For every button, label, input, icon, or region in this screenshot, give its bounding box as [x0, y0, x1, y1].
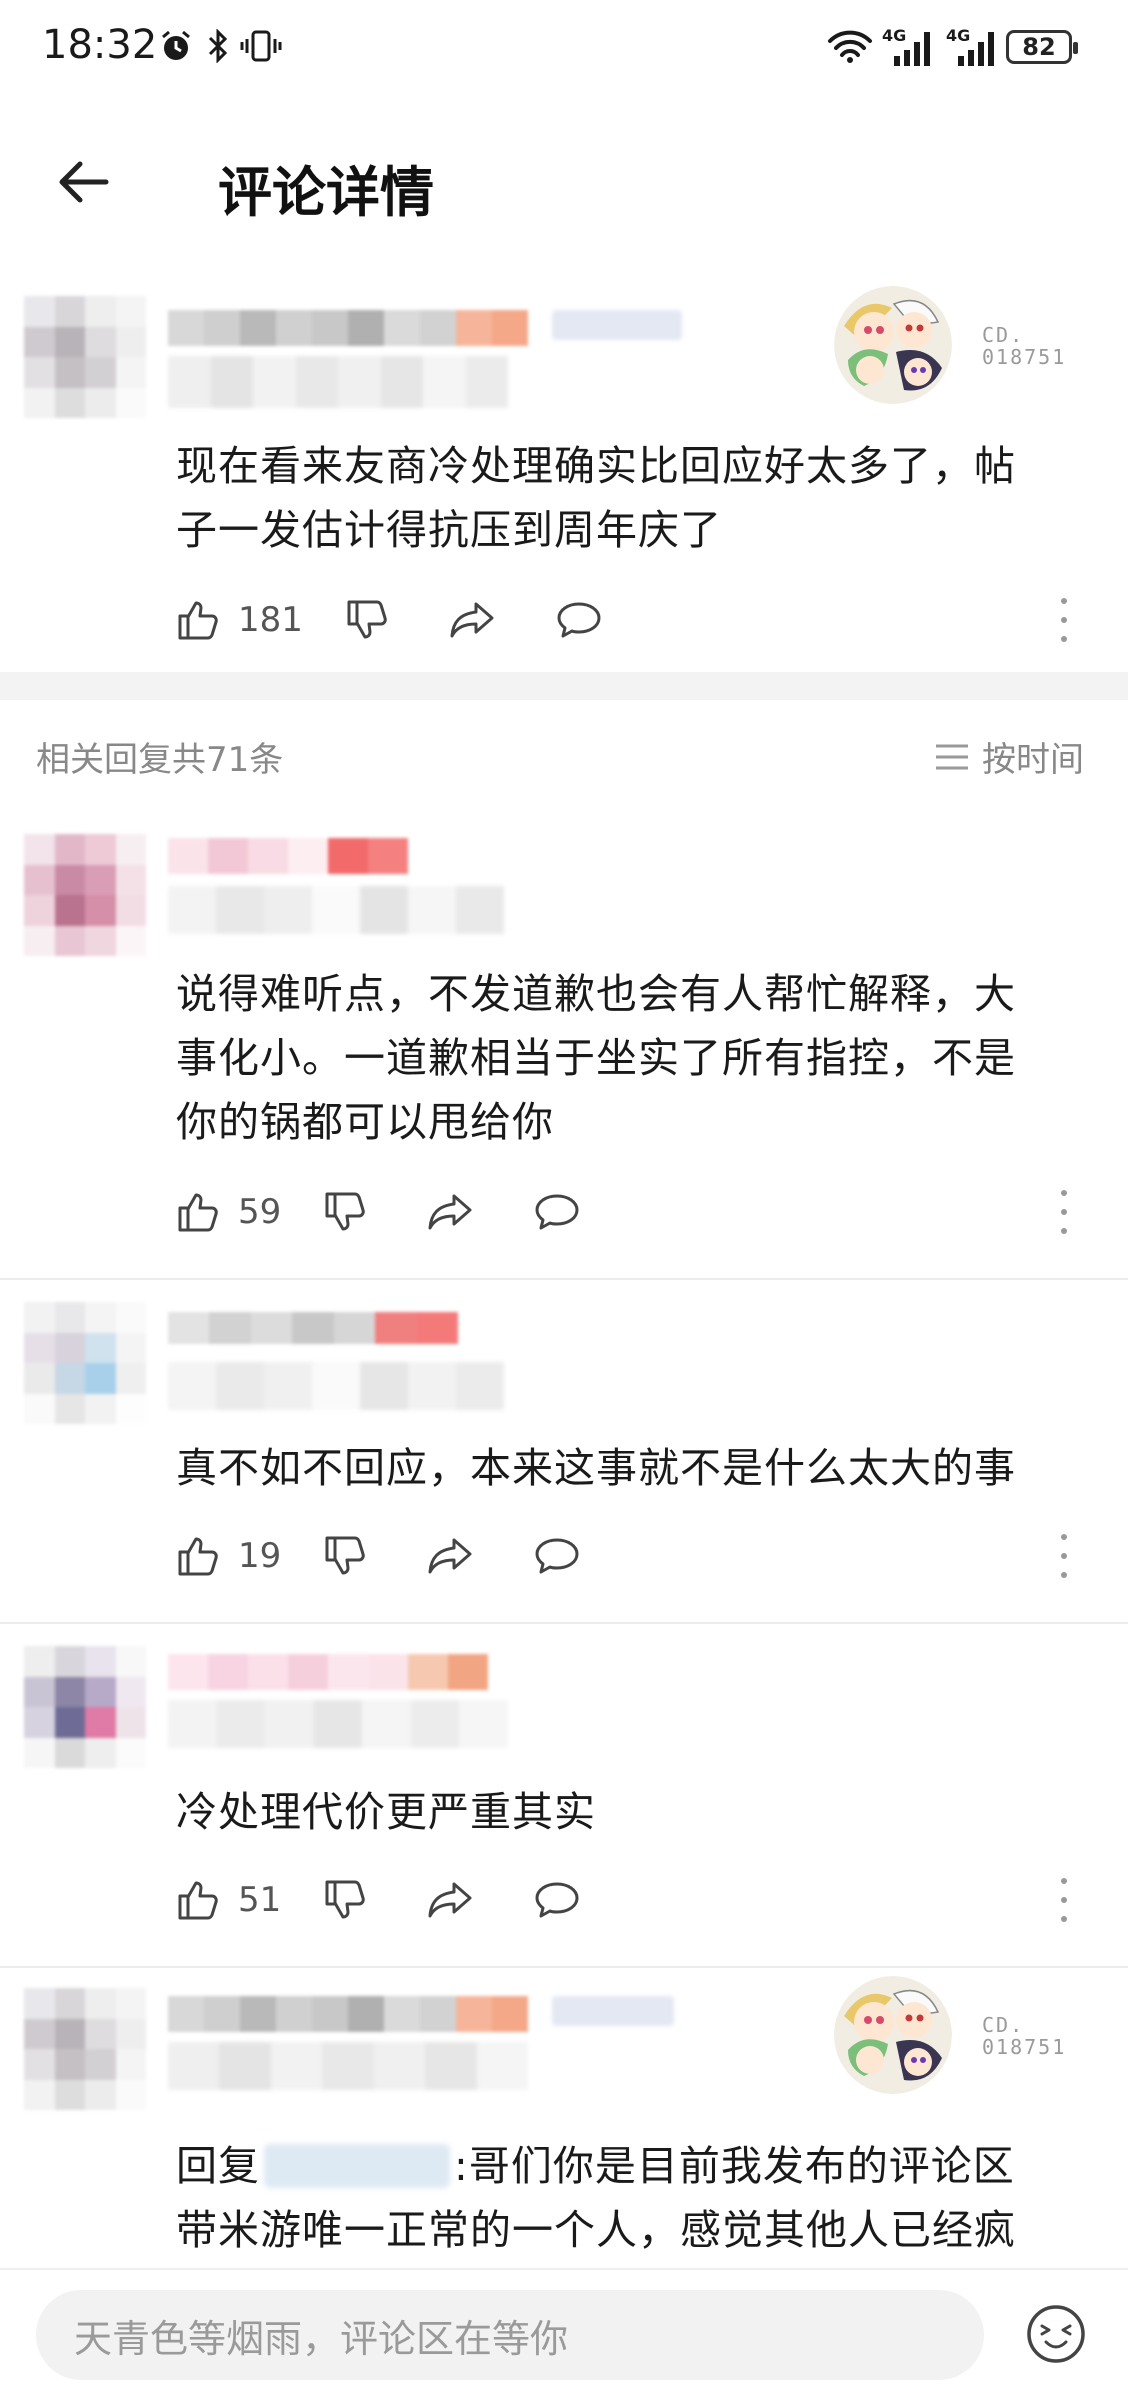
dislike-button[interactable]: [319, 1874, 371, 1926]
reply-button[interactable]: [531, 1186, 583, 1238]
reply-divider: [0, 1278, 1128, 1280]
dislike-button[interactable]: [341, 594, 393, 646]
user-meta-blurred: [168, 1700, 509, 1748]
thumbs-up-icon: [178, 1881, 218, 1920]
comment-text: 冷处理代价更严重其实: [176, 1788, 596, 1836]
user-meta-blurred: [168, 356, 508, 408]
dislike-button[interactable]: [319, 1186, 371, 1238]
like-count: 19: [238, 1536, 282, 1576]
thumbs-up-icon: [178, 1537, 218, 1576]
emoji-button[interactable]: [1024, 2302, 1088, 2366]
badge-code: CD. 018751: [982, 2013, 1067, 2059]
avatar[interactable]: [24, 1646, 146, 1768]
user-badge-image: [834, 286, 952, 404]
comment-actions: 181: [172, 590, 1092, 650]
like-button[interactable]: [172, 1186, 224, 1238]
comment-text: 现在看来友商冷处理确实比回应好太多了，帖 子一发估计得抗压到周年庆了: [176, 442, 1016, 554]
comment-bubble-icon: [557, 602, 601, 638]
share-button[interactable]: [425, 1874, 477, 1926]
comment-bubble-icon: [535, 1194, 579, 1230]
bluetooth-icon: [204, 26, 232, 66]
thumbs-down-icon: [325, 1880, 366, 1919]
more-options-button[interactable]: [1054, 1190, 1074, 1234]
like-button[interactable]: [172, 1530, 224, 1582]
username-blurred[interactable]: [168, 310, 528, 346]
reply-divider: [0, 1966, 1128, 1968]
page-title: 评论详情: [218, 161, 434, 224]
like-button[interactable]: [172, 594, 224, 646]
more-options-button[interactable]: [1054, 598, 1074, 642]
avatar[interactable]: [24, 1302, 146, 1424]
username-blurred[interactable]: [168, 1312, 458, 1344]
reply-button[interactable]: [531, 1874, 583, 1926]
status-bar: 18:32 4G 4G 82: [0, 0, 1128, 100]
comment-input[interactable]: 天青色等烟雨，评论区在等你: [36, 2290, 984, 2380]
user-meta-blurred: [168, 2042, 528, 2090]
sort-lines-icon: [936, 744, 968, 769]
vibrate-icon: [238, 26, 284, 66]
reply-button[interactable]: [531, 1530, 583, 1582]
share-icon: [428, 1882, 472, 1918]
comment-text: 说得难听点，不发道歉也会有人帮忙解释，大 事化小。一道歉相当于坐实了所有指控，不…: [176, 970, 1016, 1146]
mentioned-user-blurred[interactable]: [264, 2144, 450, 2188]
like-button[interactable]: [172, 1874, 224, 1926]
dislike-button[interactable]: [319, 1530, 371, 1582]
thumbs-down-icon: [325, 1536, 366, 1575]
user-tag-blurred: [552, 1996, 674, 2026]
username-blurred[interactable]: [168, 1996, 528, 2032]
signal-icon-2: 4G: [946, 26, 1004, 70]
alarm-icon: [158, 26, 194, 66]
username-blurred[interactable]: [168, 838, 408, 874]
reply-button[interactable]: [553, 594, 605, 646]
thumbs-up-icon: [178, 601, 218, 640]
thumbs-down-icon: [347, 600, 387, 639]
avatar[interactable]: [24, 834, 146, 956]
like-count: 51: [238, 1880, 282, 1920]
status-time: 18:32: [42, 22, 158, 68]
share-icon: [428, 1194, 472, 1230]
thumbs-down-icon: [325, 1192, 366, 1231]
sort-button[interactable]: 按时间: [934, 732, 1084, 781]
like-count: 181: [238, 600, 303, 640]
signal-icon-1: 4G: [882, 26, 940, 70]
section-divider: [0, 672, 1128, 700]
arrow-left-icon: [59, 161, 109, 203]
battery-indicator: 82: [1006, 30, 1078, 64]
more-options-button[interactable]: [1054, 1534, 1074, 1578]
more-options-button[interactable]: [1054, 1878, 1074, 1922]
user-badge-image: [834, 1976, 952, 2094]
comment-bubble-icon: [535, 1538, 579, 1574]
user-tag-blurred: [552, 310, 682, 340]
replies-count-label: 相关回复共71条: [36, 740, 284, 780]
avatar[interactable]: [24, 1988, 146, 2110]
thumbs-up-icon: [178, 1193, 218, 1232]
share-button[interactable]: [425, 1530, 477, 1582]
avatar[interactable]: [24, 296, 146, 418]
username-blurred[interactable]: [168, 1654, 488, 1690]
like-count: 59: [238, 1192, 282, 1232]
badge-code: CD. 018751: [982, 323, 1067, 369]
comment-bubble-icon: [535, 1882, 579, 1918]
comment-actions: 59: [172, 1182, 1092, 1242]
user-meta-blurred: [168, 886, 504, 934]
share-button[interactable]: [447, 594, 499, 646]
back-button[interactable]: [50, 148, 118, 216]
sort-label: 按时间: [982, 740, 1084, 780]
share-button[interactable]: [425, 1186, 477, 1238]
reply-divider: [0, 1622, 1128, 1624]
comment-actions: 51: [172, 1870, 1092, 1930]
wifi-icon: [826, 26, 874, 66]
comment-text: 回复 :哥们你是目前我发布的评论区 带米游唯一正常的一个人，感觉其他人已经疯: [176, 2142, 1016, 2254]
user-meta-blurred: [168, 1362, 504, 1410]
comment-actions: 19: [172, 1526, 1092, 1586]
share-icon: [450, 602, 494, 638]
comment-text: 真不如不回应，本来这事就不是什么太大的事: [176, 1444, 1016, 1492]
emoji-icon: [1027, 2305, 1085, 2363]
share-icon: [428, 1538, 472, 1574]
